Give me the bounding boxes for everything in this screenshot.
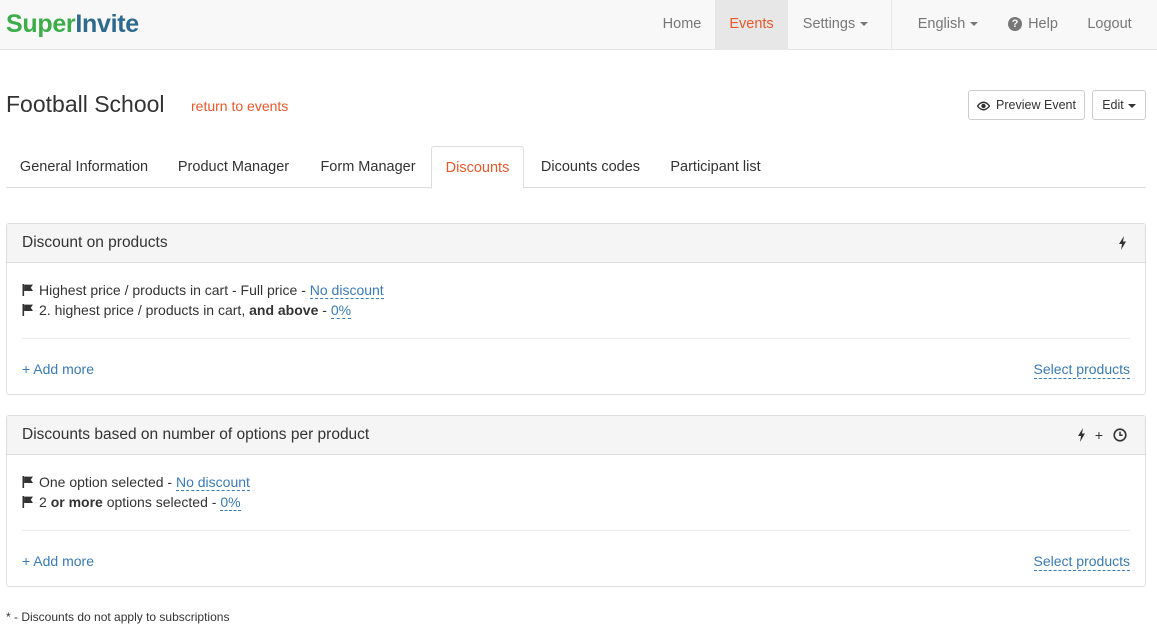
discount-value-link[interactable]: No discount (175, 474, 250, 491)
select-products-link[interactable]: Select products (1033, 552, 1130, 571)
caret-down-icon (970, 22, 979, 27)
nav-events[interactable]: Events (715, 0, 788, 49)
panel-heading: Discounts based on number of options per… (7, 416, 1145, 455)
rule-text-bold: or more (50, 494, 103, 510)
nav-home-label: Home (662, 16, 702, 32)
nav-settings-label: Settings (802, 16, 856, 32)
rule-text: options selected - (102, 494, 221, 510)
panel-title: Discounts based on number of options per… (22, 426, 370, 443)
top-navbar: SuperInvite Home Events Settings English… (0, 0, 1157, 50)
nav-divider (891, 0, 892, 49)
nav-logout-label: Logout (1087, 16, 1132, 32)
tab-general-information[interactable]: General Information (6, 146, 162, 188)
nav-logout[interactable]: Logout (1076, 0, 1143, 49)
superinvite-logo[interactable]: SuperInvite (6, 8, 139, 40)
nav-settings-dropdown[interactable]: Settings (788, 0, 883, 49)
flag-icon (22, 496, 33, 508)
nav-events-label: Events (729, 16, 774, 32)
tab-label: Dicounts codes (540, 159, 641, 175)
tab-participant-list[interactable]: Participant list (657, 146, 774, 188)
bolt-icon (1119, 236, 1126, 250)
add-more-link[interactable]: + Add more (22, 552, 94, 570)
edit-label: Edit (1102, 98, 1124, 112)
tab-label: Product Manager (177, 159, 290, 175)
bolt-icon (1078, 428, 1086, 442)
logo-part-invite: Invite (75, 10, 139, 38)
tab-product-manager[interactable]: Product Manager (162, 146, 305, 188)
discount-rule: Highest price / products in cart - Full … (22, 281, 384, 299)
caret-down-icon (1127, 103, 1136, 108)
tab-label: Discounts (445, 160, 510, 176)
subscription-footnote: * - Discounts do not apply to subscripti… (6, 610, 230, 624)
panel-icons: + (1077, 427, 1127, 443)
discount-rule: 2 or more options selected - 0% (22, 493, 241, 511)
tab-discounts[interactable]: Discounts (431, 146, 524, 189)
nav-language-dropdown[interactable]: English (905, 0, 991, 49)
tab-label: Participant list (670, 159, 761, 175)
plus-sign: + (1094, 427, 1104, 443)
discount-value-link[interactable]: No discount (309, 282, 384, 299)
event-tabs: General Information Product Manager Form… (6, 146, 1146, 189)
eye-icon (977, 101, 991, 111)
nav-help[interactable]: ? Help (998, 0, 1068, 49)
logo-part-super: Super (6, 10, 76, 38)
select-products-link[interactable]: Select products (1033, 360, 1130, 379)
divider (22, 530, 1130, 531)
rule-text-bold: and above (249, 302, 319, 318)
preview-event-label: Preview Event (996, 98, 1076, 112)
rule-text: One option selected - (39, 474, 176, 490)
discount-value-link[interactable]: 0% (330, 302, 352, 319)
tab-discount-codes[interactable]: Dicounts codes (524, 146, 657, 188)
panel-heading: Discount on products (7, 224, 1145, 263)
clock-icon (1113, 428, 1127, 442)
rule-text: Highest price / products in cart - Full … (39, 282, 310, 298)
nav-help-label: Help (1028, 16, 1058, 32)
options-per-product-discount-panel: Discounts based on number of options per… (6, 415, 1146, 587)
tab-label: Form Manager (320, 159, 416, 175)
preview-event-button[interactable]: Preview Event (968, 90, 1085, 120)
divider (22, 338, 1130, 339)
tab-form-manager[interactable]: Form Manager (305, 146, 431, 188)
discount-rule: 2. highest price / products in cart, and… (22, 301, 352, 319)
tab-label: General Information (19, 159, 149, 175)
edit-dropdown-button[interactable]: Edit (1092, 90, 1146, 120)
add-more-link[interactable]: + Add more (22, 360, 94, 378)
discount-value-link[interactable]: 0% (220, 494, 241, 511)
panel-icons (1118, 235, 1127, 251)
nav-home[interactable]: Home (649, 0, 715, 49)
flag-icon (22, 284, 33, 296)
panel-title: Discount on products (22, 234, 168, 251)
discount-rule: One option selected - No discount (22, 473, 250, 491)
flag-icon (22, 476, 33, 488)
rule-text: 2 (39, 494, 51, 510)
caret-down-icon (860, 22, 869, 27)
flag-icon (22, 304, 33, 316)
rule-text: - (318, 302, 331, 318)
discount-on-products-panel: Discount on products Highest price / pro… (6, 223, 1146, 395)
return-to-events-link[interactable]: return to events (191, 97, 288, 115)
page-title: Football School (6, 91, 165, 117)
rule-text: 2. highest price / products in cart, (39, 302, 250, 318)
nav-language-label: English (917, 16, 966, 32)
question-circle-icon: ? (1008, 17, 1023, 31)
